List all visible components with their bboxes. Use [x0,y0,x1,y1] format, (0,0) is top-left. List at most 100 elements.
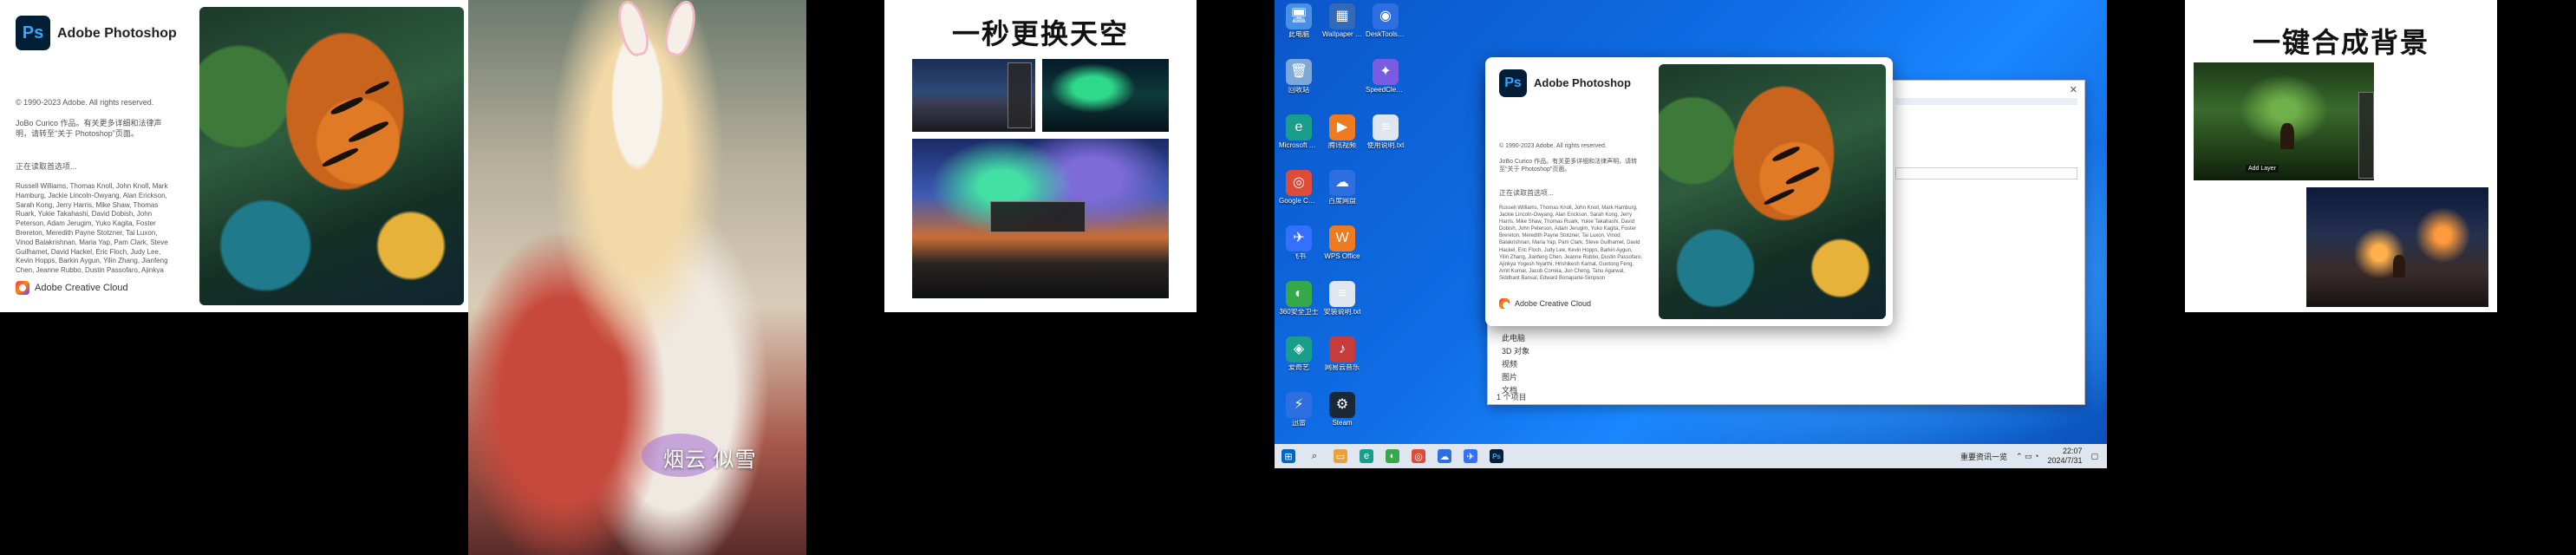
desktop-icon-label: 360安全卫士 [1279,309,1319,316]
network-icon[interactable]: ⌃ ▭ ◔ [2016,452,2038,461]
creative-cloud-label: Adobe Creative Cloud [35,283,128,293]
desktop-icon-label: DeskTools Helper [1366,31,1405,38]
clock-time: 22:07 [2062,447,2083,455]
sky-result-thumb [912,139,1169,298]
desktop-icon-label: Microsoft Edge [1279,142,1319,149]
file-explorer-icon[interactable]: ▭ [1334,449,1347,463]
desktop-icon[interactable]: ◐ 360安全卫士 [1278,281,1320,335]
splash-artwork-credit: JoBo Curico 作品。有关更多详细和法律声明，请转至"关于 Photos… [1499,159,1638,173]
desktop-icon[interactable]: ▦ Wallpaper Engine [1321,3,1363,57]
wallpaper-icon: ▦ [1329,3,1355,29]
wps-icon: W [1329,225,1355,251]
edge-icon[interactable]: e [1360,449,1373,463]
recycle-bin-icon: 🗑 [1286,59,1312,85]
splash-cloud-label: Adobe Creative Cloud [1515,299,1592,308]
forest-thumb: Add Layer [2194,62,2374,180]
photoshop-taskbar-icon[interactable]: Ps [1490,449,1503,463]
chrome-icon: ◎ [1286,170,1312,196]
desktop-icon[interactable]: 🗑 回收站 [1278,59,1320,113]
news-widget[interactable]: 重要资讯一览 [1960,451,2007,462]
desktop-icon[interactable]: 🖥 此电脑 [1278,3,1320,57]
nav-item-this-pc[interactable]: 此电脑 [1502,332,1529,345]
desktop-icon[interactable]: e Microsoft Edge [1278,114,1320,168]
window-close-icon[interactable]: ✕ [2070,84,2077,95]
desktop-icon[interactable]: ◎ Google Chrome [1278,170,1320,224]
desktop-icon-label: Google Chrome [1279,198,1319,205]
desktop-icon-label: Steam [1332,420,1353,427]
steam-icon: ⚙ [1329,392,1355,418]
nav-item-pictures[interactable]: 图片 [1502,371,1529,384]
chrome-icon[interactable]: ◎ [1412,449,1425,463]
security-icon[interactable]: ◐ [1386,449,1399,463]
text-file-icon: ≡ [1329,281,1355,307]
search-icon[interactable]: ⌕ [1308,449,1321,463]
desktop-icon-label: 网易云音乐 [1325,364,1360,371]
desktop-icon-label: 使用说明.txt [1366,142,1405,149]
splash-credits: Russell Williams, Thomas Knoll, John Kno… [1499,206,1642,281]
helper-icon: ◉ [1373,3,1399,29]
portrait-panel: 烟云 似雪 [468,0,806,555]
desktop-icon[interactable]: ⚡ 迅雷 [1278,392,1320,446]
artwork-credit: JoBo Curico 作品。有关更多详细和法律声明，请转至"关于 Photos… [16,119,162,139]
desktop-icon[interactable]: ◈ 爱奇艺 [1278,336,1320,390]
system-tray: 重要资讯一览 ⌃ ▭ ◔ 22:07 2024/7/31 ▢ [1960,444,2098,468]
desktop-icon-label: Wallpaper Engine [1322,31,1362,38]
sky-aurora-thumb [1042,59,1169,132]
photoshop-logo-icon: Ps [1499,69,1527,97]
desktop-icon-label: 回收站 [1288,87,1309,94]
netdisk-icon[interactable]: ☁ [1438,449,1451,463]
computer-icon: 🖥 [1286,3,1312,29]
desktop-empty-slot [1365,225,1406,279]
creative-cloud-icon [16,281,29,295]
edge-icon: e [1286,114,1312,140]
desktop-icon-label: 安装说明.txt [1323,309,1361,316]
desktop-icon[interactable]: ⚙ Steam [1321,392,1363,446]
desktop-icon[interactable]: ♪ 网易云音乐 [1321,336,1363,390]
desktop-icon-label: 飞书 [1292,253,1306,260]
notification-icon[interactable]: ▢ [2090,452,2098,461]
clock[interactable]: 22:07 2024/7/31 [2047,447,2082,466]
desktop-icon[interactable]: ≡ 安装说明.txt [1321,281,1363,335]
start-menu-icon[interactable]: ⊞ [1281,449,1295,463]
creative-cloud-icon [1499,298,1510,309]
explorer-status: 1 个项目 [1497,393,1527,402]
desktop-icon[interactable]: ☁ 百度网盘 [1321,170,1363,224]
credits-text: Russell Williams, Thomas Knoll, John Kno… [16,182,168,273]
taskbar: ⊞ ⌕ ▭ e ◐ ◎ ☁ ✈ Ps 重要资讯一览 ⌃ ▭ ◔ 22:07 20… [1275,444,2107,468]
composite-panel: 一键合成背景 Add Layer [2185,0,2497,312]
thunder-icon: ⚡ [1286,392,1312,418]
splash-loading: 正在读取首选项... [1499,189,1554,197]
sky-before-thumb [912,59,1035,132]
desktop-empty-slot [1365,281,1406,335]
feishu-icon[interactable]: ✈ [1464,449,1477,463]
cleaner-icon: ✦ [1373,59,1399,85]
desktop-icon[interactable]: ≡ 使用说明.txt [1365,114,1406,168]
desktop-screenshot-panel: 🖥 此电脑 ▦ Wallpaper Engine ◉ DeskTools Helper 🗑 回… [1275,0,2107,468]
netdisk-icon: ☁ [1329,170,1355,196]
desktop-icon-label: 迅雷 [1292,420,1306,427]
music-icon: ♪ [1329,336,1355,362]
street-thumb [2306,187,2488,307]
nav-item-videos[interactable]: 视频 [1502,358,1529,371]
desktop-icon[interactable]: ✈ 飞书 [1278,225,1320,279]
desktop-icon-label: 百度网盘 [1328,198,1356,205]
clock-date: 2024/7/31 [2047,456,2083,465]
desktop-icon-label: 此电脑 [1288,31,1309,38]
splash-app-title: Adobe Photoshop [1534,76,1631,89]
text-file-icon: ≡ [1373,114,1399,140]
loading-status: 正在读取首选项... [16,162,77,171]
feishu-icon: ✈ [1286,225,1312,251]
creative-cloud-row: Adobe Creative Cloud [16,281,128,295]
photoshop-splash-panel: Ps Adobe Photoshop © 1990-2023 Adobe. Al… [0,0,468,312]
splash-copyright: © 1990-2023 Adobe. All rights reserved. [1499,143,1607,149]
desktop-icon[interactable]: ▶ 腾讯视频 [1321,114,1363,168]
explorer-search-input[interactable] [1895,167,2077,180]
nav-item-3d[interactable]: 3D 对象 [1502,345,1529,358]
desktop-icon[interactable]: ◉ DeskTools Helper [1365,3,1406,57]
desktop-icon-label: SpeedCleaner [1366,87,1405,94]
photoshop-logo-icon: Ps [16,16,50,50]
desktop-icon[interactable]: W WPS Office [1321,225,1363,279]
desktop-icon[interactable]: ✦ SpeedCleaner [1365,59,1406,113]
player-icon: ◈ [1286,336,1312,362]
photoshop-splash-window: Ps Adobe Photoshop © 1990-2023 Adobe. Al… [1485,57,1893,326]
